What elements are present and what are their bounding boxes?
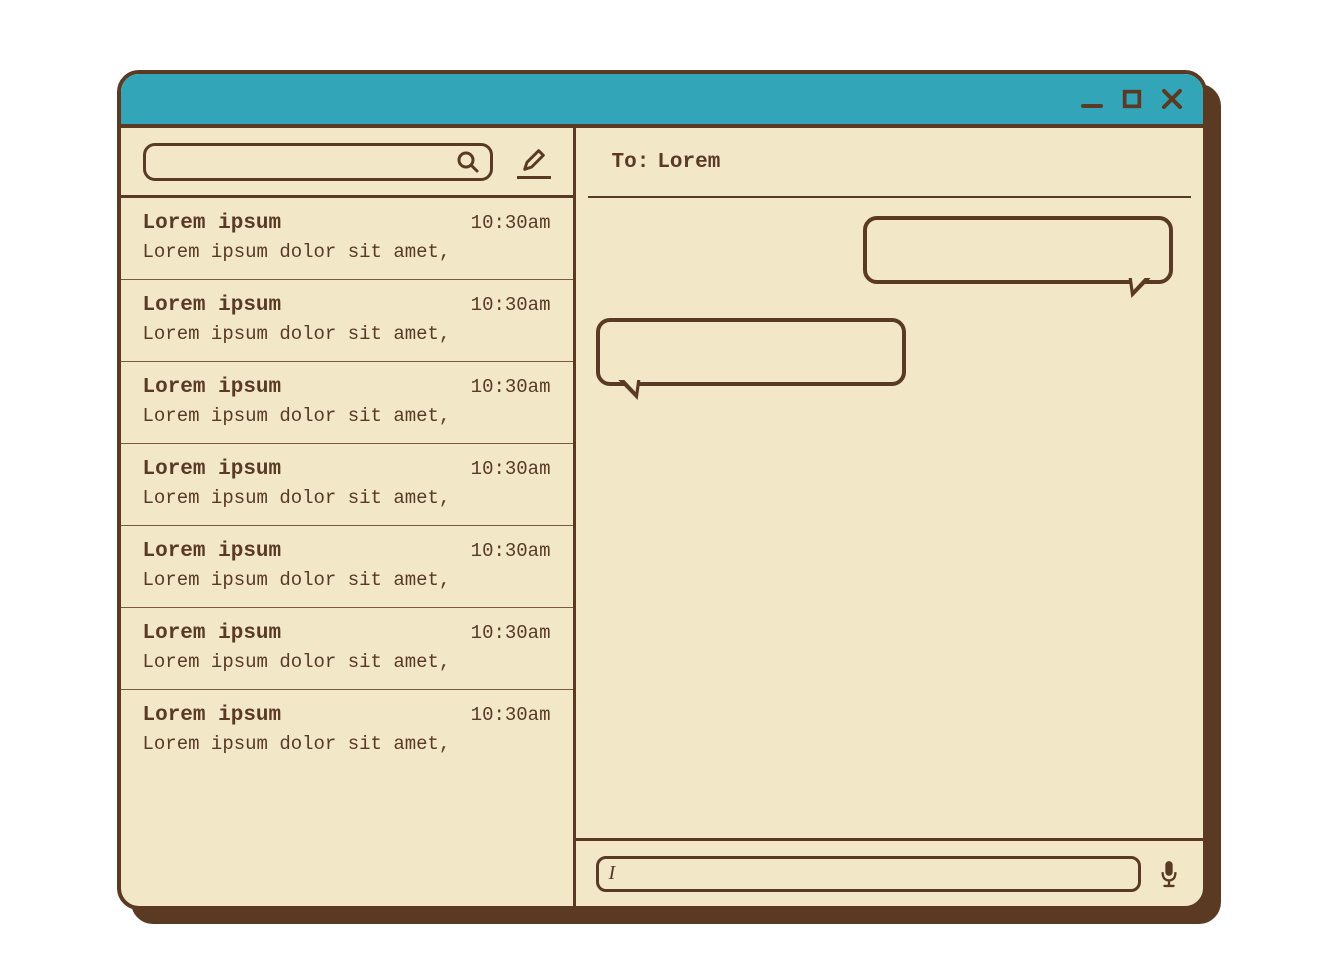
conversation-preview: Lorem ipsum dolor sit amet,: [143, 323, 551, 345]
conversation-time: 10:30am: [471, 458, 551, 480]
conversation-preview: Lorem ipsum dolor sit amet,: [143, 241, 551, 263]
titlebar: [121, 74, 1203, 128]
text-cursor-icon: I: [609, 862, 616, 885]
search-icon: [456, 150, 480, 174]
maximize-icon: [1121, 88, 1143, 110]
chat-panel: To: Lorem I: [576, 128, 1203, 906]
recipient-name: Lorem: [657, 151, 720, 174]
conversation-list: Lorem ipsum 10:30am Lorem ipsum dolor sit …: [121, 198, 573, 906]
close-button[interactable]: [1159, 86, 1185, 112]
chat-input-row: I: [576, 838, 1203, 906]
conversation-item[interactable]: Lorem ipsum 10:30am Lorem ipsum dolor sit …: [121, 280, 573, 362]
message-bubble-incoming: [596, 318, 906, 386]
conversation-name: Lorem ipsum: [143, 458, 282, 481]
conversation-name: Lorem ipsum: [143, 704, 282, 727]
conversation-preview: Lorem ipsum dolor sit amet,: [143, 569, 551, 591]
conversation-item[interactable]: Lorem ipsum 10:30am Lorem ipsum dolor sit …: [121, 444, 573, 526]
conversation-name: Lorem ipsum: [143, 540, 282, 563]
search-row: [121, 128, 573, 198]
search-input[interactable]: [143, 143, 493, 181]
to-label: To:: [612, 151, 650, 174]
conversation-preview: Lorem ipsum dolor sit amet,: [143, 405, 551, 427]
minimize-button[interactable]: [1079, 86, 1105, 112]
conversation-time: 10:30am: [471, 622, 551, 644]
conversation-item[interactable]: Lorem ipsum 10:30am Lorem ipsum dolor sit …: [121, 198, 573, 280]
maximize-button[interactable]: [1119, 86, 1145, 112]
conversation-time: 10:30am: [471, 376, 551, 398]
compose-button[interactable]: [517, 145, 551, 179]
content-area: Lorem ipsum 10:30am Lorem ipsum dolor sit …: [121, 128, 1203, 906]
conversation-name: Lorem ipsum: [143, 622, 282, 645]
conversation-item[interactable]: Lorem ipsum 10:30am Lorem ipsum dolor sit …: [121, 690, 573, 771]
close-icon: [1160, 87, 1184, 111]
message-bubble-outgoing: [863, 216, 1173, 284]
conversation-item[interactable]: Lorem ipsum 10:30am Lorem ipsum dolor sit …: [121, 362, 573, 444]
conversation-item[interactable]: Lorem ipsum 10:30am Lorem ipsum dolor sit …: [121, 608, 573, 690]
conversation-time: 10:30am: [471, 540, 551, 562]
chat-body: [576, 198, 1203, 838]
conversation-time: 10:30am: [471, 212, 551, 234]
conversation-preview: Lorem ipsum dolor sit amet,: [143, 651, 551, 673]
conversation-name: Lorem ipsum: [143, 294, 282, 317]
conversation-name: Lorem ipsum: [143, 376, 282, 399]
voice-button[interactable]: [1155, 856, 1183, 892]
conversation-preview: Lorem ipsum dolor sit amet,: [143, 733, 551, 755]
conversation-time: 10:30am: [471, 704, 551, 726]
pencil-icon: [520, 146, 548, 174]
conversation-time: 10:30am: [471, 294, 551, 316]
app-window: Lorem ipsum 10:30am Lorem ipsum dolor sit …: [117, 70, 1207, 910]
conversation-item[interactable]: Lorem ipsum 10:30am Lorem ipsum dolor sit …: [121, 526, 573, 608]
chat-header: To: Lorem: [588, 128, 1191, 198]
conversation-preview: Lorem ipsum dolor sit amet,: [143, 487, 551, 509]
minimize-icon: [1080, 87, 1104, 111]
conversation-sidebar: Lorem ipsum 10:30am Lorem ipsum dolor sit …: [121, 128, 576, 906]
message-input[interactable]: I: [596, 856, 1141, 892]
conversation-name: Lorem ipsum: [143, 212, 282, 235]
microphone-icon: [1158, 859, 1180, 889]
